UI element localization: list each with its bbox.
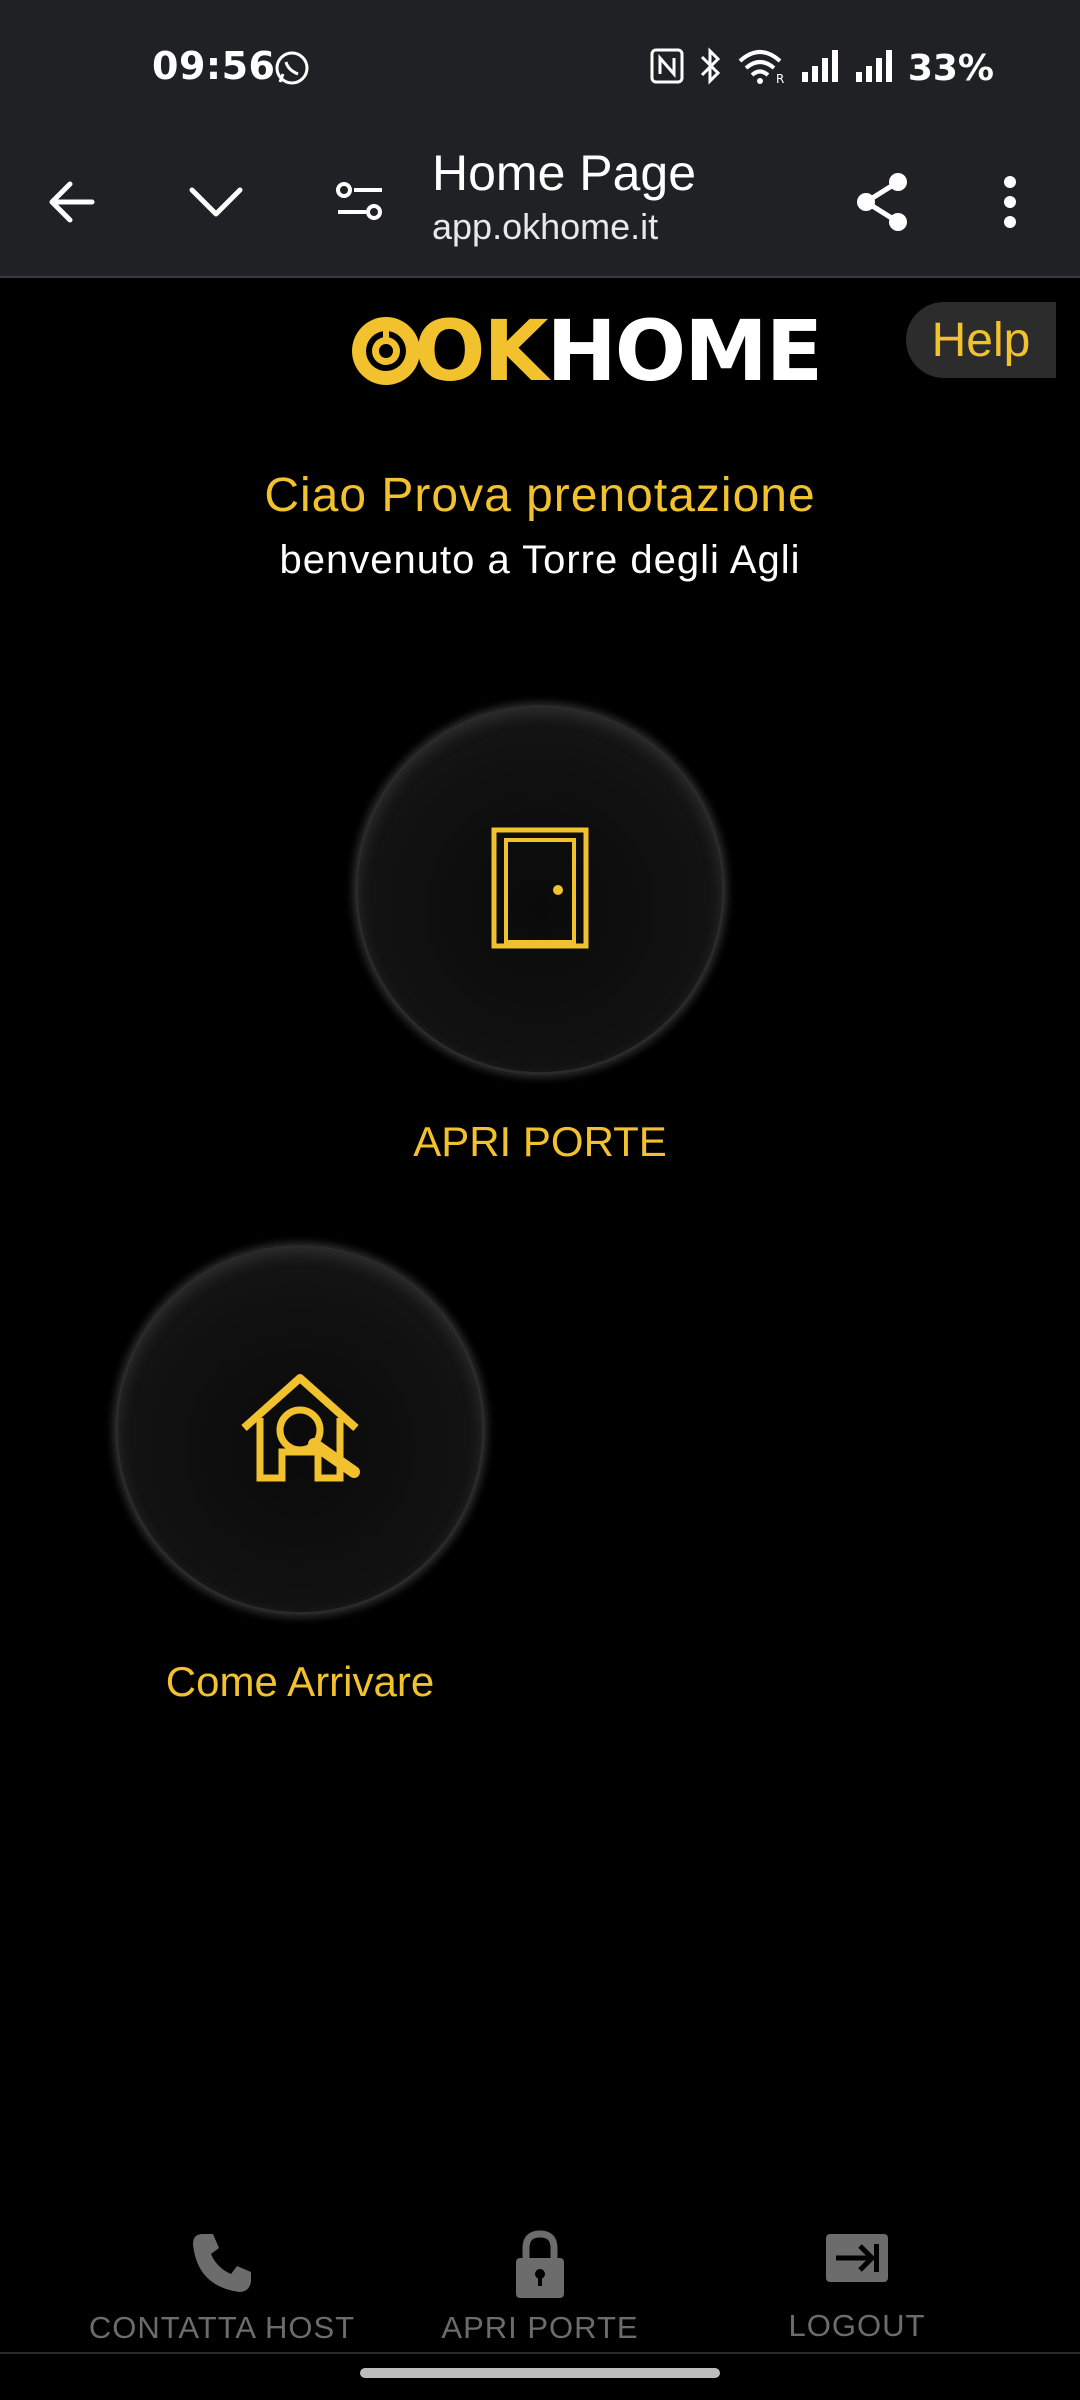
lock-icon — [512, 2230, 568, 2304]
welcome-text: benvenuto a Torre degli Agli — [279, 538, 801, 582]
nav-logout[interactable]: LOGOUT — [707, 2200, 1007, 2350]
nav-logout-label: LOGOUT — [788, 2308, 926, 2343]
bluetooth-icon — [698, 47, 722, 89]
status-time: 09:56 — [152, 44, 276, 88]
signal-icon — [854, 48, 894, 88]
browser-toolbar: Home Page app.okhome.it — [0, 130, 1080, 278]
nav-contact-host-label: CONTATTA HOST — [88, 2310, 356, 2345]
battery-level: 33% — [907, 47, 994, 89]
greeting-title: Ciao Prova prenotazione — [264, 469, 816, 522]
okhome-logo: OK HOME — [348, 302, 824, 400]
open-doors-button[interactable] — [355, 705, 725, 1075]
logo-home-text: HOME — [546, 302, 824, 400]
nav-divider — [0, 2352, 1080, 2354]
directions-label[interactable]: Come Arrivare — [100, 1658, 500, 1706]
page-title[interactable]: Home Page — [432, 144, 696, 202]
bottom-nav: CONTATTA HOST APRI PORTE LOGOUT — [0, 2200, 1080, 2350]
tune-icon[interactable] — [318, 160, 402, 244]
logo-ring-icon — [352, 317, 420, 385]
share-icon[interactable] — [840, 160, 924, 244]
nav-contact-host[interactable]: CONTATTA HOST — [72, 2200, 372, 2350]
house-search-icon — [238, 1372, 362, 1488]
nav-open-doors-label: APRI PORTE — [441, 2310, 639, 2345]
more-vert-icon[interactable] — [968, 160, 1052, 244]
back-arrow-icon[interactable] — [30, 160, 114, 244]
nav-open-doors[interactable]: APRI PORTE — [390, 2200, 690, 2350]
help-button[interactable]: Help — [906, 302, 1056, 378]
home-indicator[interactable] — [360, 2368, 720, 2378]
page-content: OK HOME Help Ciao Prova prenotazione ben… — [0, 280, 1080, 2380]
logo-ok-text: OK — [414, 302, 548, 400]
door-icon — [490, 826, 590, 954]
logout-icon — [822, 2230, 892, 2290]
status-icons: R 33% — [650, 46, 994, 90]
wifi-icon: R — [736, 47, 786, 89]
directions-button[interactable] — [115, 1245, 485, 1615]
chevron-down-icon[interactable] — [174, 160, 258, 244]
nfc-icon — [650, 48, 684, 88]
signal-icon — [800, 48, 840, 88]
open-doors-label[interactable]: APRI PORTE — [340, 1118, 740, 1166]
page-url[interactable]: app.okhome.it — [432, 206, 658, 248]
svg-text:R: R — [776, 72, 784, 85]
status-bar: 09:56 R 33% — [0, 0, 1080, 130]
whatsapp-icon — [272, 48, 312, 88]
phone-icon — [189, 2230, 255, 2300]
